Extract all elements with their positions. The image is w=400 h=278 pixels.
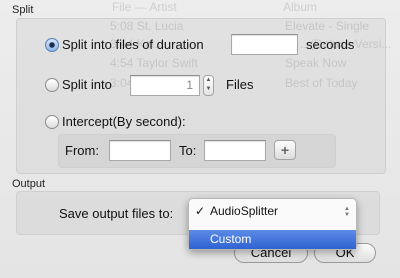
save-output-label: Save output files to:	[59, 206, 174, 221]
split-section-label: Split	[12, 4, 34, 16]
intercept-label: Intercept(By second):	[62, 114, 186, 129]
to-input[interactable]	[204, 140, 266, 161]
menu-item-custom[interactable]: Custom	[189, 230, 356, 249]
popup-arrows-icon: ▲ ▼	[344, 206, 350, 218]
from-input[interactable]	[109, 140, 171, 161]
bg-list-header: File — Artist	[112, 0, 177, 14]
bg-list-header-album: Album	[283, 0, 318, 14]
split-count-label: Split into	[62, 77, 112, 92]
from-label: From:	[65, 143, 99, 158]
menu-item-label: Custom	[210, 232, 252, 246]
stepper-arrows-icon[interactable]: ▲ ▼	[203, 75, 214, 96]
add-range-button[interactable]: +	[274, 140, 296, 160]
menu-item-audiosplitter[interactable]: ✓ AudioSplitter ▲ ▼	[189, 202, 356, 221]
to-label: To:	[179, 143, 197, 158]
split-settings-sheet: File — Artist Album 5:08 St. Lucia Eleva…	[0, 0, 400, 278]
seconds-unit-label: seconds	[306, 37, 355, 52]
split-duration-label: Split into files of duration	[62, 37, 204, 52]
output-location-popup[interactable]: ✓ AudioSplitter ▲ ▼ Custom	[188, 198, 357, 250]
radio-intercept[interactable]	[45, 115, 59, 129]
radio-split-count[interactable]	[45, 78, 59, 92]
menu-item-label: AudioSplitter	[210, 204, 279, 218]
checkmark-icon: ✓	[195, 204, 206, 218]
files-unit-label: Files	[226, 77, 254, 92]
radio-split-duration[interactable]	[45, 38, 59, 52]
file-count-input[interactable]: 1	[130, 75, 200, 96]
duration-input[interactable]	[231, 34, 298, 55]
output-section-label: Output	[12, 178, 46, 190]
